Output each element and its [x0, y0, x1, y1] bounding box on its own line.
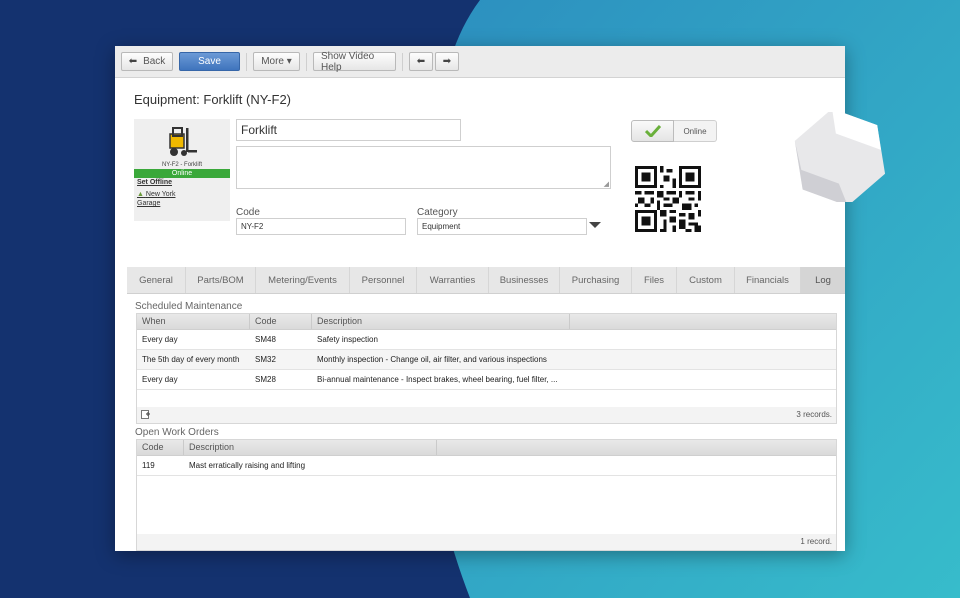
toolbar: ⬅ Back Save More ▾ Show Video Help ⬅ ➡ [115, 46, 845, 78]
back-button-label: Back [143, 56, 166, 67]
column-header-description[interactable]: Description [312, 314, 570, 329]
toolbar-divider [306, 52, 307, 71]
online-toggle[interactable]: Online [631, 120, 717, 142]
table-row[interactable]: The 5th day of every month SM32 Monthly … [137, 350, 836, 370]
qr-code-icon [635, 166, 701, 232]
resize-handle-icon[interactable]: ◢ [604, 180, 609, 188]
tab-parts-bom[interactable]: Parts/BOM [186, 267, 256, 293]
cell-when: Every day [142, 375, 178, 384]
open-work-orders-title: Open Work Orders [135, 427, 219, 438]
description-textarea[interactable]: ◢ [236, 146, 611, 189]
asset-caption: NY-F2 - Forklift [161, 162, 203, 168]
scheduled-maintenance-title: Scheduled Maintenance [135, 301, 243, 312]
grid-footer: 3 records. [137, 407, 836, 423]
online-status-button[interactable]: Online [674, 120, 717, 142]
chevron-down-icon[interactable] [589, 222, 601, 228]
tab-purchasing[interactable]: Purchasing [560, 267, 632, 293]
record-count: 3 records. [796, 410, 832, 419]
arrow-left-icon: ⬅ [128, 56, 138, 67]
column-header-description[interactable]: Description [184, 440, 437, 455]
column-header-code[interactable]: Code [250, 314, 312, 329]
cell-when: The 5th day of every month [142, 355, 240, 364]
record-count: 1 record. [800, 537, 832, 546]
status-badge: Online [134, 169, 230, 178]
column-header-code[interactable]: Code [137, 440, 184, 455]
show-video-help-button[interactable]: Show Video Help [313, 51, 396, 73]
online-check-button[interactable] [631, 120, 674, 142]
hexagon-decoration [794, 112, 886, 202]
equipment-window: ⬅ Back Save More ▾ Show Video Help ⬅ ➡ E… [115, 46, 845, 551]
cell-when: Every day [142, 335, 178, 344]
cell-code: SM28 [255, 375, 276, 384]
tab-businesses[interactable]: Businesses [489, 267, 560, 293]
asset-card: NY-F2 - Forklift Online Set Offline ▲ Ne… [134, 119, 230, 221]
cell-description: Bi-annual maintenance - Inspect brakes, … [317, 375, 558, 384]
tab-financials[interactable]: Financials [735, 267, 801, 293]
cell-code: SM48 [255, 335, 276, 344]
tab-general[interactable]: General [127, 267, 186, 293]
toolbar-divider [246, 52, 247, 71]
code-label: Code [236, 207, 260, 218]
previous-record-button[interactable]: ⬅ [409, 52, 433, 71]
building-icon: ▲ [137, 191, 144, 198]
cell-description: Safety inspection [317, 335, 378, 344]
toolbar-divider [402, 52, 403, 71]
arrow-left-icon: ⬅ [416, 56, 426, 67]
category-field[interactable]: Equipment [417, 218, 587, 235]
tab-files[interactable]: Files [632, 267, 677, 293]
cell-description: Mast erratically raising and lifting [189, 461, 306, 470]
scheduled-maintenance-grid: When Code Description Every day SM48 Saf… [136, 313, 837, 424]
grid-footer: 1 record. [137, 534, 836, 550]
column-header-spacer [570, 314, 836, 329]
tab-bar: General Parts/BOM Metering/Events Person… [127, 267, 845, 294]
tab-personnel[interactable]: Personnel [350, 267, 417, 293]
checkmark-icon [644, 125, 661, 137]
tab-metering-events[interactable]: Metering/Events [256, 267, 350, 293]
tab-warranties[interactable]: Warranties [417, 267, 489, 293]
table-row[interactable]: Every day SM28 Bi-annual maintenance - I… [137, 370, 836, 390]
set-offline-link[interactable]: Set Offline [137, 179, 172, 186]
table-row[interactable]: 119 Mast erratically raising and lifting [137, 456, 836, 476]
arrow-right-icon: ➡ [442, 56, 452, 67]
code-field[interactable]: NY-F2 [236, 218, 406, 235]
category-label: Category [417, 207, 458, 218]
forklift-icon [169, 127, 197, 156]
name-input[interactable] [236, 119, 461, 141]
open-work-orders-grid: Code Description 119 Mast erratically ra… [136, 439, 837, 551]
back-button[interactable]: ⬅ Back [121, 52, 173, 71]
table-row[interactable]: Every day SM48 Safety inspection [137, 330, 836, 350]
more-button[interactable]: More ▾ [253, 52, 300, 71]
column-header-when[interactable]: When [137, 314, 250, 329]
tab-log[interactable]: Log [801, 267, 845, 293]
cell-description: Monthly inspection - Change oil, air fil… [317, 355, 547, 364]
grid-header: Code Description [137, 440, 836, 456]
add-row-icon[interactable] [141, 410, 150, 419]
save-button[interactable]: Save [179, 52, 240, 71]
cell-code: SM32 [255, 355, 276, 364]
column-header-spacer [437, 440, 836, 455]
tab-custom[interactable]: Custom [677, 267, 735, 293]
location-link[interactable]: ▲ New York Garage [137, 190, 197, 208]
page-title: Equipment: Forklift (NY-F2) [134, 92, 292, 107]
next-record-button[interactable]: ➡ [435, 52, 459, 71]
grid-header: When Code Description [137, 314, 836, 330]
cell-code: 119 [142, 461, 155, 470]
